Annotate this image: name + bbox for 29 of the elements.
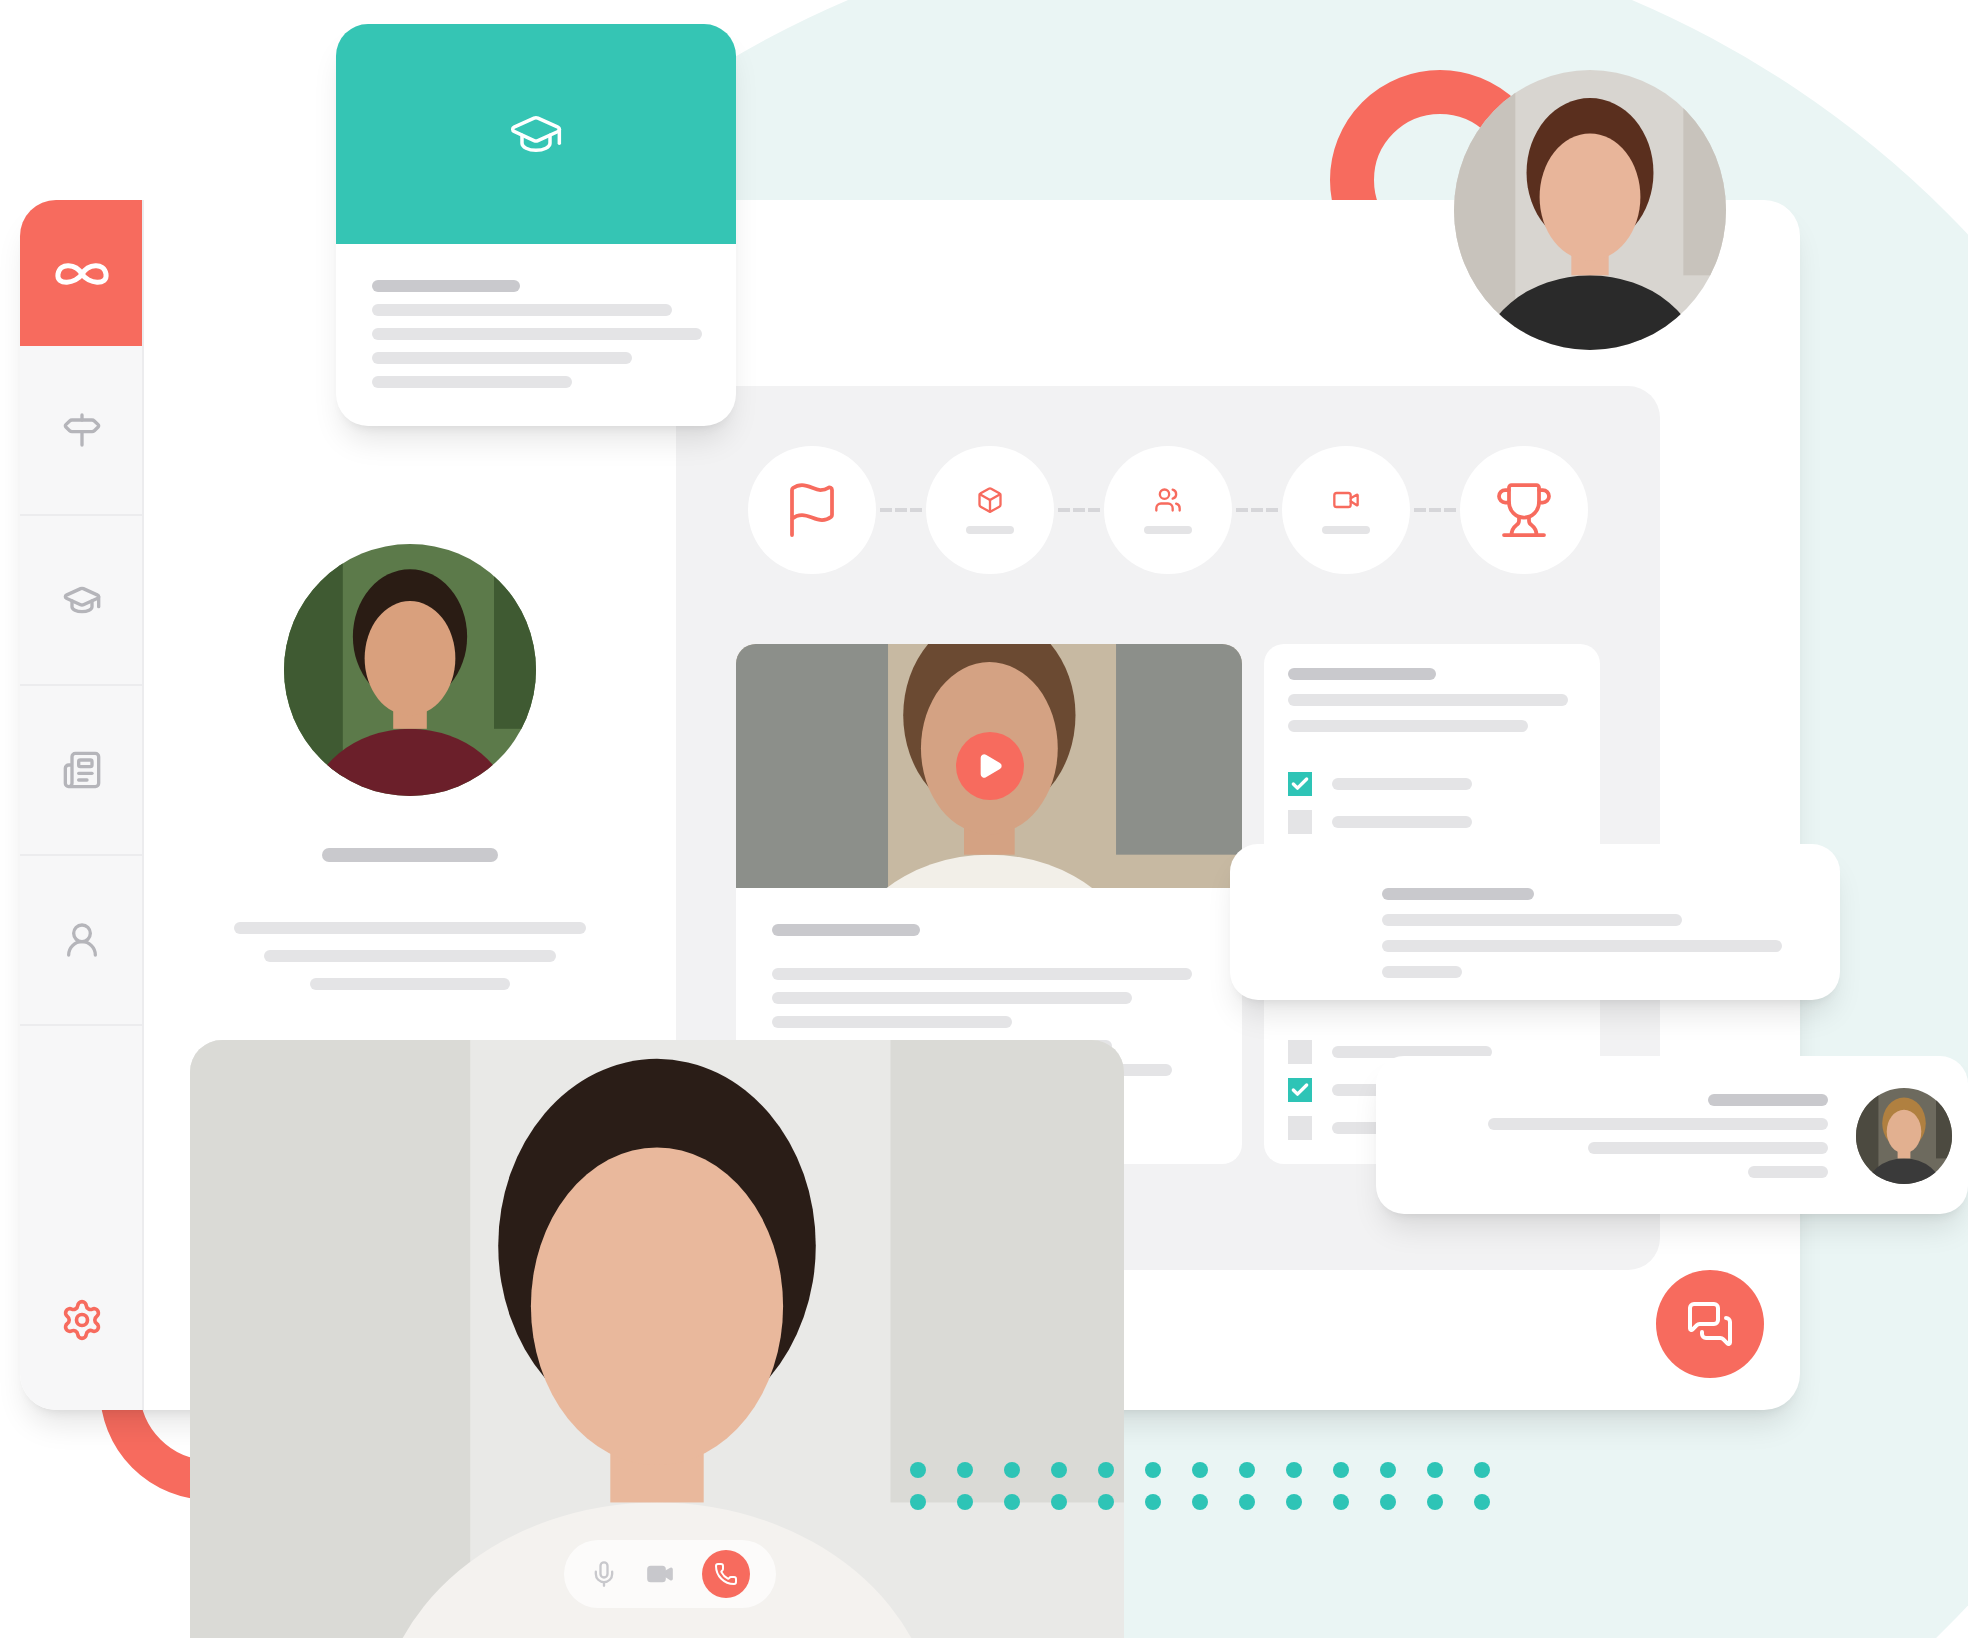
text-placeholder xyxy=(1708,1093,1828,1105)
camera-icon xyxy=(646,1560,674,1588)
person-icon xyxy=(61,920,101,960)
checkbox[interactable] xyxy=(1288,1040,1313,1064)
checkbox[interactable] xyxy=(1288,772,1313,796)
box-icon xyxy=(976,486,1004,514)
list-icon xyxy=(61,750,101,790)
phone-icon xyxy=(714,1562,738,1586)
signpost-icon xyxy=(61,410,101,450)
settings-button[interactable] xyxy=(59,1298,103,1342)
people-icon xyxy=(1154,486,1182,514)
checkbox[interactable] xyxy=(1288,810,1313,834)
hang-up-button[interactable] xyxy=(702,1550,750,1598)
mic-icon xyxy=(590,1560,618,1588)
video-icon xyxy=(1332,486,1360,514)
text-placeholder xyxy=(1332,778,1473,790)
text-placeholder xyxy=(1332,816,1473,828)
text-placeholder xyxy=(1748,1165,1828,1177)
play-icon xyxy=(976,752,1004,780)
infinity-logo-icon xyxy=(51,257,111,289)
checkbox[interactable] xyxy=(1288,1078,1313,1102)
camera-button[interactable] xyxy=(646,1560,674,1588)
settings-icon xyxy=(59,1298,103,1342)
text-placeholder xyxy=(1382,966,1462,978)
chat-button[interactable] xyxy=(1656,1270,1764,1378)
checkbox[interactable] xyxy=(1288,1116,1313,1140)
chat-icon xyxy=(1686,1300,1734,1348)
trophy-icon xyxy=(1494,480,1554,540)
mic-button[interactable] xyxy=(590,1560,618,1588)
